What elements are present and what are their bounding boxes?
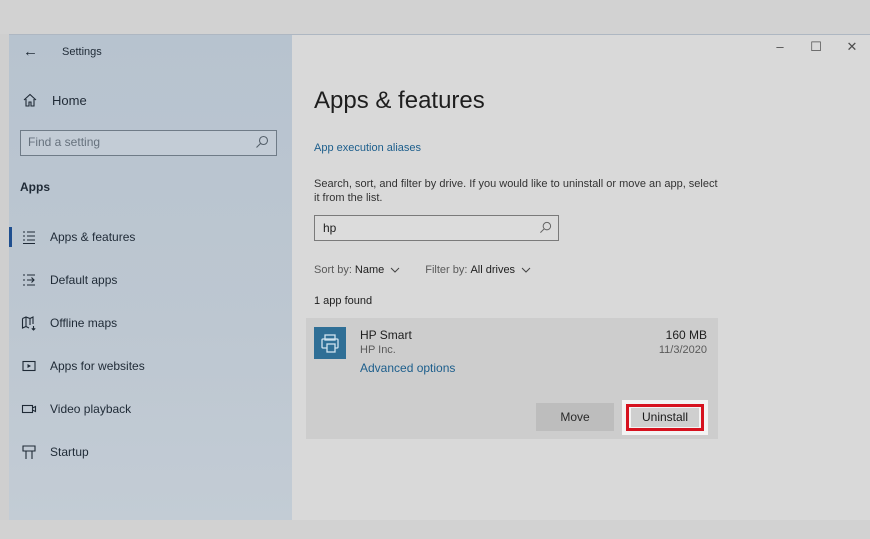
section-title-apps: Apps — [20, 180, 50, 194]
minimize-button[interactable]: – — [762, 39, 798, 55]
find-setting-box[interactable] — [20, 130, 277, 156]
sidebar-item-label: Offline maps — [50, 316, 118, 330]
back-arrow-icon[interactable]: ← — [23, 43, 38, 60]
chevron-down-icon — [390, 267, 400, 273]
advanced-options-link[interactable]: Advanced options — [360, 361, 455, 375]
uninstall-label: Uninstall — [631, 408, 699, 427]
filter-label: Filter by: — [425, 264, 468, 276]
printer-icon — [321, 334, 339, 353]
sidebar-item-startup[interactable]: Startup — [9, 438, 292, 466]
sidebar-item-apps-features[interactable]: Apps & features — [9, 223, 292, 251]
filter-value: All drives — [470, 264, 516, 276]
app-search-value[interactable]: hp — [323, 221, 336, 235]
title-bar: ← Settings — [9, 35, 292, 69]
sort-label: Sort by: — [314, 264, 352, 276]
map-icon — [21, 316, 36, 331]
sidebar-item-label: Apps for websites — [50, 359, 145, 373]
results-count: 1 app found — [314, 295, 373, 307]
hp-smart-app-icon — [314, 327, 346, 359]
app-execution-aliases-link[interactable]: App execution aliases — [314, 142, 421, 154]
screen-bottom-border — [0, 520, 870, 539]
page-title: Apps & features — [314, 87, 485, 114]
app-name: HP Smart — [360, 328, 412, 342]
search-icon[interactable] — [255, 135, 269, 149]
move-button[interactable]: Move — [536, 403, 614, 431]
sidebar-item-label: Default apps — [50, 273, 118, 287]
active-marker — [9, 227, 12, 247]
sidebar-item-default-apps[interactable]: Default apps — [9, 266, 292, 294]
sidebar: ← Settings Home Apps Apps & features — [9, 35, 292, 521]
chevron-down-icon — [521, 267, 531, 273]
search-icon[interactable] — [539, 221, 552, 234]
sidebar-item-label: Startup — [50, 445, 89, 459]
website-icon — [22, 360, 36, 372]
sidebar-item-label: Video playback — [50, 402, 132, 416]
default-apps-icon — [23, 274, 35, 286]
list-icon — [23, 231, 35, 245]
sort-value: Name — [354, 264, 385, 276]
sidebar-item-label: Apps & features — [50, 230, 136, 244]
window-title: Settings — [62, 46, 102, 58]
app-search-field[interactable]: hp — [314, 215, 559, 241]
find-setting-input[interactable] — [21, 131, 248, 153]
sidebar-item-video-playback[interactable]: Video playback — [9, 395, 292, 423]
maximize-button[interactable]: ☐ — [798, 39, 834, 55]
sidebar-item-offline-maps[interactable]: Offline maps — [9, 309, 292, 337]
screen-top-border — [0, 0, 870, 34]
close-button[interactable]: ✕ — [834, 39, 870, 55]
app-size: 160 MB — [665, 328, 707, 342]
description-text: Search, sort, and filter by drive. If yo… — [314, 178, 718, 204]
app-list-item[interactable]: HP Smart HP Inc. Advanced options 160 MB… — [306, 318, 718, 439]
video-icon — [21, 404, 37, 414]
app-publisher: HP Inc. — [360, 344, 396, 356]
sort-filter-bar: Sort by: Name Filter by: All drives — [314, 264, 556, 276]
sort-dropdown[interactable]: Sort by: Name — [314, 264, 400, 276]
sidebar-item-apps-for-websites[interactable]: Apps for websites — [9, 352, 292, 380]
main-content: – ☐ ✕ Apps & features App execution alia… — [292, 35, 870, 521]
app-install-date: 11/3/2020 — [658, 344, 707, 356]
startup-icon — [22, 445, 36, 459]
home-icon — [23, 93, 37, 107]
window-controls: – ☐ ✕ — [762, 39, 870, 55]
filter-dropdown[interactable]: Filter by: All drives — [425, 264, 531, 276]
uninstall-button[interactable]: Uninstall — [622, 400, 708, 435]
sidebar-item-home[interactable]: Home — [22, 92, 87, 108]
home-label: Home — [52, 92, 87, 108]
settings-window: ← Settings Home Apps Apps & features — [9, 34, 870, 521]
